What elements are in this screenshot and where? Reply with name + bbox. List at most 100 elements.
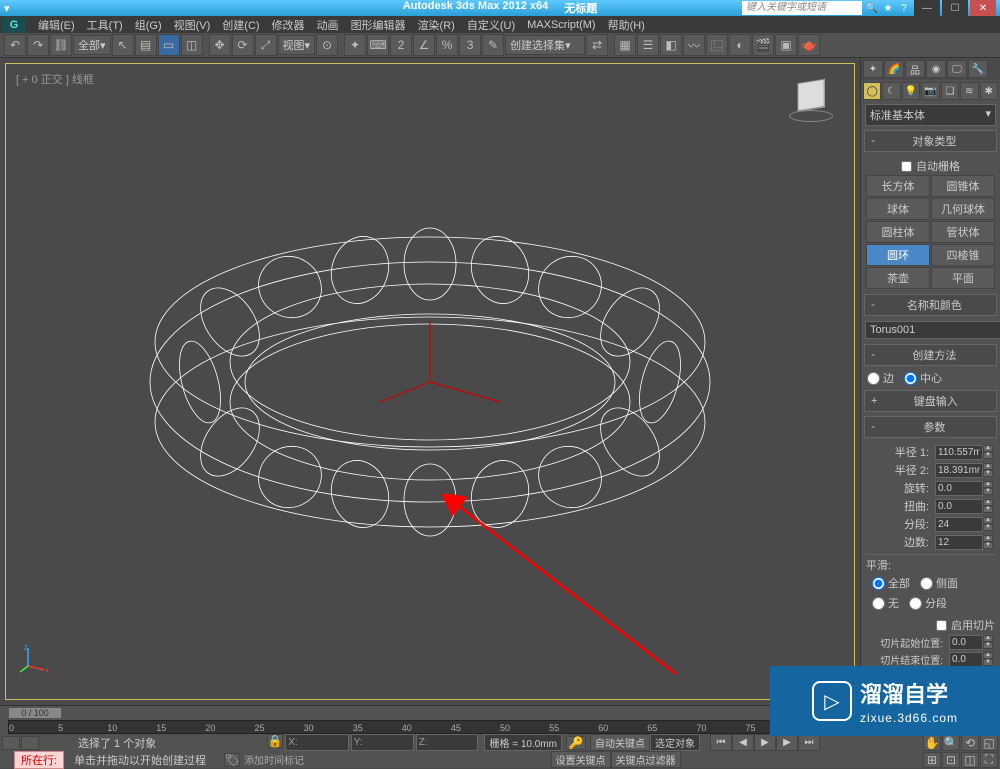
tag-icon[interactable]: 🏷 xyxy=(224,753,240,767)
window-crossing-icon[interactable]: ◫ xyxy=(181,34,203,56)
prim-teapot[interactable]: 茶壶 xyxy=(866,267,930,289)
sides-spinner[interactable]: ▲▼ xyxy=(935,535,993,550)
curve-editor-icon[interactable]: 〰 xyxy=(683,34,705,56)
geometry-category[interactable]: 标准基本体▾ xyxy=(865,104,996,126)
nav-pan-icon[interactable]: ✋ xyxy=(923,735,941,751)
key-mode[interactable]: 选定对象 xyxy=(650,734,700,751)
prim-plane[interactable]: 平面 xyxy=(931,267,995,289)
rollout-parameters[interactable]: 参数 xyxy=(864,416,997,438)
rollout-create-method[interactable]: 创建方法 xyxy=(864,344,997,366)
subtab-cameras-icon[interactable]: 📷 xyxy=(921,82,939,100)
subtab-helpers-icon[interactable]: ❏ xyxy=(941,82,959,100)
next-frame-icon[interactable]: ▶ xyxy=(776,734,798,751)
torus-object[interactable] xyxy=(130,192,730,572)
prim-geosphere[interactable]: 几何球体 xyxy=(931,198,995,220)
menu-tools[interactable]: 工具(T) xyxy=(81,17,129,33)
pivot-icon[interactable]: ⊙ xyxy=(316,34,338,56)
menu-group[interactable]: 组(G) xyxy=(129,17,168,33)
smooth-side[interactable]: 侧面 xyxy=(920,575,958,591)
menu-view[interactable]: 视图(V) xyxy=(168,17,217,33)
tab-modify-icon[interactable]: 🌈 xyxy=(884,60,904,78)
search-input[interactable]: 键入关键字或短语 xyxy=(742,1,862,15)
rollout-object-type[interactable]: 对象类型 xyxy=(864,130,997,152)
render-setup-icon[interactable]: 🎬 xyxy=(752,34,774,56)
rotation-spinner[interactable]: ▲▼ xyxy=(935,481,993,496)
viewport-label[interactable]: [ + 0 正交 ] 线框 xyxy=(16,71,94,87)
prim-box[interactable]: 长方体 xyxy=(866,175,930,197)
infocenter-icon[interactable]: 🔍 xyxy=(864,1,880,15)
named-selection[interactable]: 创建选择集 ▾ xyxy=(505,35,585,55)
snap-angle-icon[interactable]: ∠ xyxy=(413,34,435,56)
menu-help[interactable]: 帮助(H) xyxy=(602,17,651,33)
maximize-button[interactable]: ☐ xyxy=(942,0,968,16)
play-icon[interactable]: ▶ xyxy=(754,734,776,751)
render-frame-icon[interactable]: ▣ xyxy=(775,34,797,56)
menu-maxscript[interactable]: MAXScript(M) xyxy=(521,19,601,31)
twist-spinner[interactable]: ▲▼ xyxy=(935,499,993,514)
time-slider[interactable]: 0 / 100 xyxy=(8,707,62,719)
menu-animation[interactable]: 动画 xyxy=(311,17,345,33)
coord-z[interactable]: Z: xyxy=(416,734,479,751)
menu-customize[interactable]: 自定义(U) xyxy=(461,17,521,33)
nav-zoom-icon[interactable]: 🔍 xyxy=(942,735,960,751)
autogrid-checkbox[interactable] xyxy=(901,161,912,172)
help-icon[interactable]: ? xyxy=(896,1,912,15)
app-logo-icon[interactable]: G xyxy=(2,17,26,33)
prev-frame-icon[interactable]: ◀ xyxy=(732,734,754,751)
nav-zoom-all-icon[interactable]: ⊞ xyxy=(923,752,941,768)
goto-start-icon[interactable]: ⏮ xyxy=(710,734,732,751)
set-key-button[interactable]: 设置关键点 xyxy=(551,751,611,768)
viewport[interactable]: [ + 0 正交 ] 线框 xyxy=(5,63,855,700)
smooth-all[interactable]: 全部 xyxy=(872,575,910,591)
nav-max-toggle-icon[interactable]: ⛶ xyxy=(980,752,998,768)
lock-selection-icon[interactable] xyxy=(2,736,20,750)
rotate-icon[interactable]: ⟳ xyxy=(232,34,254,56)
select-region-icon[interactable]: ▭ xyxy=(158,34,180,56)
star-icon[interactable]: ★ xyxy=(880,1,896,15)
redo-icon[interactable]: ↷ xyxy=(27,34,49,56)
tab-hierarchy-icon[interactable]: 品 xyxy=(905,60,925,78)
close-button[interactable]: ✕ xyxy=(970,0,996,16)
isolate-icon[interactable] xyxy=(21,736,39,750)
slice-to-spinner[interactable]: ▲▼ xyxy=(949,652,993,667)
coord-x[interactable]: X: xyxy=(285,734,348,751)
undo-icon[interactable]: ↶ xyxy=(4,34,26,56)
tab-create-icon[interactable]: ✦ xyxy=(863,60,883,78)
menu-graph-editors[interactable]: 图形编辑器 xyxy=(345,17,412,33)
prim-torus[interactable]: 圆环 xyxy=(866,244,930,266)
coord-y[interactable]: Y: xyxy=(351,734,414,751)
app-menu-icon[interactable]: ▾ xyxy=(4,2,10,15)
scale-icon[interactable]: ⤢ xyxy=(255,34,277,56)
material-editor-icon[interactable]: ◐ xyxy=(729,34,751,56)
object-name-input[interactable] xyxy=(865,321,1000,339)
move-icon[interactable]: ✥ xyxy=(209,34,231,56)
key-icon[interactable]: 🔑 xyxy=(566,736,586,750)
radio-edge[interactable]: 边 xyxy=(867,370,894,386)
nav-zoom-extents-icon[interactable]: ⊡ xyxy=(942,752,960,768)
link-icon[interactable]: ⛓ xyxy=(50,34,72,56)
selection-filter[interactable]: 全部 ▾ xyxy=(73,35,111,55)
auto-key-button[interactable]: 自动关键点 xyxy=(590,734,650,751)
viewcube[interactable] xyxy=(784,74,838,128)
key-filters-button[interactable]: 关键点过滤器 xyxy=(611,751,681,768)
subtab-geometry-icon[interactable]: ◯ xyxy=(863,82,881,100)
slice-on-checkbox[interactable] xyxy=(936,620,947,631)
slice-from-spinner[interactable]: ▲▼ xyxy=(949,635,993,650)
radio-center[interactable]: 中心 xyxy=(904,370,942,386)
subtab-spacewarps-icon[interactable]: ≋ xyxy=(960,82,978,100)
graphite-icon[interactable]: ◧ xyxy=(660,34,682,56)
snap-percent-icon[interactable]: % xyxy=(436,34,458,56)
subtab-lights-icon[interactable]: 💡 xyxy=(902,82,920,100)
keyboard-shortcut-icon[interactable]: ⌨ xyxy=(367,34,389,56)
goto-end-icon[interactable]: ⏭ xyxy=(798,734,820,751)
prim-tube[interactable]: 管状体 xyxy=(931,221,995,243)
rollout-keyboard-entry[interactable]: 键盘输入 xyxy=(864,390,997,412)
mirror-icon[interactable]: ⇄ xyxy=(586,34,608,56)
schematic-icon[interactable]: ⿺ xyxy=(706,34,728,56)
script-listener-button[interactable]: 所在行: xyxy=(14,751,64,769)
prim-pyramid[interactable]: 四棱锥 xyxy=(931,244,995,266)
tab-motion-icon[interactable]: ◉ xyxy=(926,60,946,78)
tab-utilities-icon[interactable]: 🔧 xyxy=(968,60,988,78)
radius2-spinner[interactable]: ▲▼ xyxy=(935,463,993,478)
radius1-spinner[interactable]: ▲▼ xyxy=(935,445,993,460)
